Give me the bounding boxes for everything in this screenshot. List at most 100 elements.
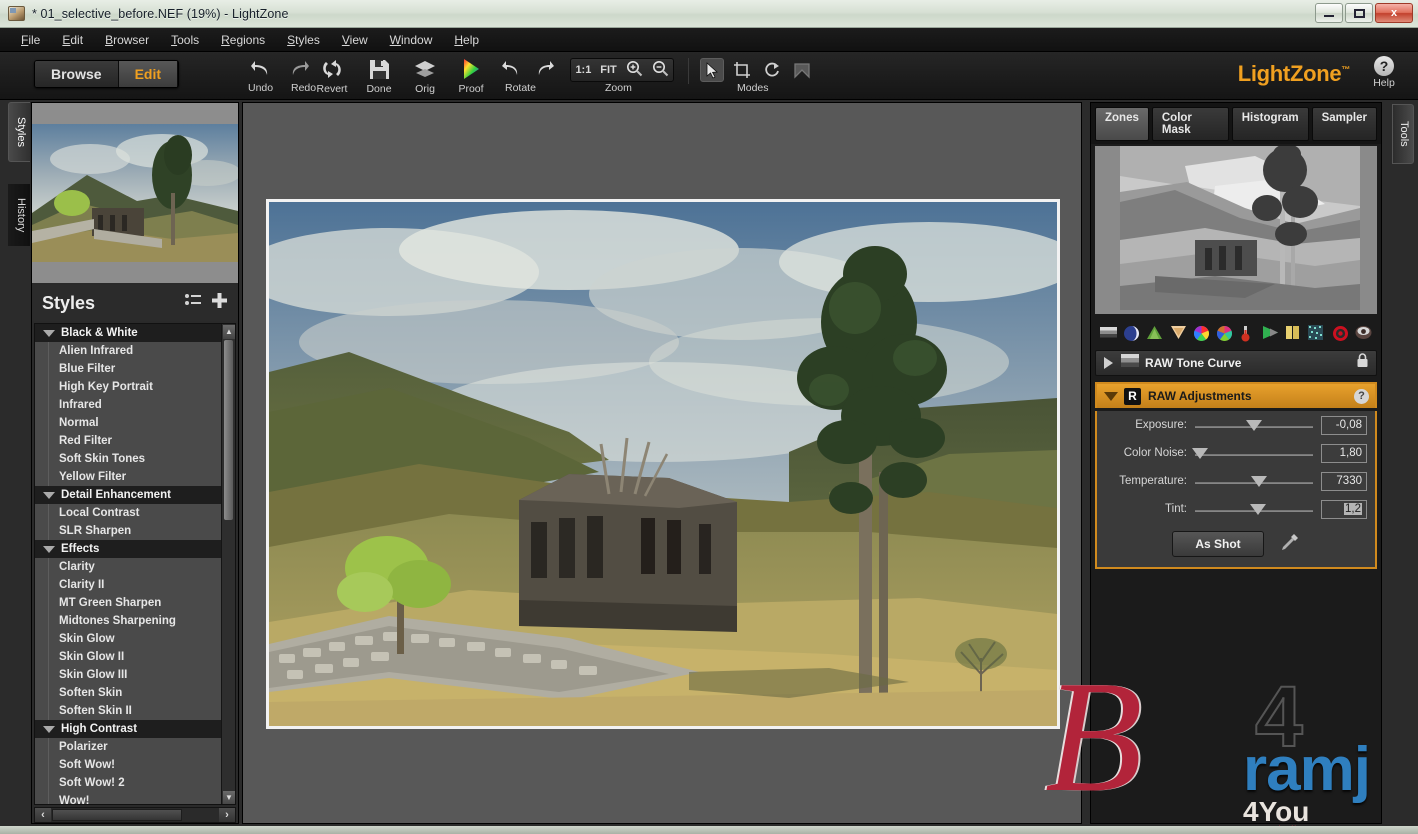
styles-list-item[interactable]: Skin Glow III	[35, 666, 235, 684]
mode-pointer-button[interactable]	[700, 58, 724, 82]
browse-tab[interactable]: Browse	[35, 61, 119, 87]
help-button[interactable]: ? Help	[1358, 56, 1410, 89]
tool-help-icon[interactable]: ?	[1354, 389, 1369, 404]
slider-track[interactable]	[1195, 417, 1313, 433]
styles-list-item[interactable]: Skin Glow	[35, 630, 235, 648]
slider-track[interactable]	[1195, 501, 1313, 517]
zones-preview[interactable]	[1095, 146, 1377, 314]
styles-list-item[interactable]: MT Green Sharpen	[35, 594, 235, 612]
styles-list-item[interactable]: Clarity II	[35, 576, 235, 594]
styles-list-item[interactable]: Normal	[35, 414, 235, 432]
styles-list-item[interactable]: Skin Glow II	[35, 648, 235, 666]
maximize-button[interactable]	[1345, 3, 1373, 23]
clone-icon[interactable]	[1285, 325, 1302, 342]
styles-list-item[interactable]: Wow!	[35, 792, 235, 805]
menu-edit[interactable]: Edit	[51, 30, 94, 50]
mode-rotate-button[interactable]	[760, 58, 784, 82]
white-balance-icon[interactable]	[1239, 325, 1256, 342]
spot-icon[interactable]	[1355, 325, 1372, 342]
scroll-thumb[interactable]	[224, 340, 233, 520]
plus-icon[interactable]	[211, 292, 228, 314]
styles-list-item[interactable]: Soft Skin Tones	[35, 450, 235, 468]
rotate-left-button[interactable]	[498, 56, 526, 82]
zoom-in-button[interactable]	[626, 60, 643, 80]
slider-knob[interactable]	[1192, 448, 1208, 459]
mode-region-button[interactable]	[790, 58, 814, 82]
main-photo[interactable]	[266, 199, 1060, 729]
image-editor-canvas[interactable]	[242, 102, 1082, 824]
menu-styles[interactable]: Styles	[276, 30, 331, 50]
sidebar-tab-tools[interactable]: Tools	[1392, 104, 1414, 164]
slider-value-field[interactable]: -0,08	[1321, 416, 1367, 435]
slider-value-field[interactable]: 1,2	[1321, 500, 1367, 519]
zonemapper-icon[interactable]	[1100, 325, 1117, 342]
undo-button[interactable]	[246, 56, 276, 82]
eyedropper-icon[interactable]	[1280, 532, 1300, 557]
gradient-blur-icon[interactable]	[1262, 325, 1279, 342]
hue-saturation-icon[interactable]	[1193, 325, 1210, 342]
styles-list-item[interactable]: Blue Filter	[35, 360, 235, 378]
tab-sampler[interactable]: Sampler	[1312, 107, 1377, 141]
close-button[interactable]: x	[1375, 3, 1413, 23]
styles-group-effects[interactable]: Effects	[35, 540, 235, 558]
menu-file[interactable]: File	[10, 30, 51, 50]
zoom-1to1-button[interactable]: 1:1	[575, 64, 591, 76]
menu-browser[interactable]: Browser	[94, 30, 160, 50]
hscroll-thumb[interactable]	[52, 809, 182, 821]
menu-view[interactable]: View	[331, 30, 379, 50]
chevron-down-icon[interactable]	[43, 546, 55, 553]
tool-raw-adjustments-header[interactable]: R RAW Adjustments ?	[1095, 382, 1377, 408]
slider-track[interactable]	[1195, 445, 1313, 461]
menu-help[interactable]: Help	[443, 30, 490, 50]
chevron-down-icon[interactable]	[43, 492, 55, 499]
styles-list-item[interactable]: SLR Sharpen	[35, 522, 235, 540]
styles-list-item[interactable]: Red Filter	[35, 432, 235, 450]
proof-button[interactable]: Proof	[444, 56, 498, 95]
rotate-right-button[interactable]	[530, 56, 558, 82]
red-eye-icon[interactable]	[1332, 325, 1349, 342]
styles-list-item[interactable]: Infrared	[35, 396, 235, 414]
zoom-fit-button[interactable]: FIT	[600, 64, 617, 76]
slider-knob[interactable]	[1246, 420, 1262, 431]
styles-list-item[interactable]: Alien Infrared	[35, 342, 235, 360]
lock-icon[interactable]	[1356, 353, 1369, 373]
menu-regions[interactable]: Regions	[210, 30, 276, 50]
styles-list-item[interactable]: High Key Portrait	[35, 378, 235, 396]
sharpen-icon[interactable]	[1146, 325, 1163, 342]
color-balance-icon[interactable]	[1216, 325, 1233, 342]
edit-tab[interactable]: Edit	[119, 61, 178, 87]
noise-reduction-icon[interactable]	[1308, 325, 1325, 342]
minimize-button[interactable]	[1315, 3, 1343, 23]
hscroll-right-arrow[interactable]: ›	[219, 808, 235, 822]
collapse-chevron-down-icon[interactable]	[1104, 392, 1118, 401]
as-shot-button[interactable]: As Shot	[1172, 531, 1263, 557]
scroll-down-arrow[interactable]: ▼	[223, 791, 235, 805]
styles-horizontal-scrollbar[interactable]: ‹ ›	[34, 807, 236, 823]
styles-list-item[interactable]: Clarity	[35, 558, 235, 576]
styles-list-item[interactable]: Local Contrast	[35, 504, 235, 522]
styles-list-item[interactable]: Soft Wow! 2	[35, 774, 235, 792]
styles-list-item[interactable]: Soft Wow!	[35, 756, 235, 774]
styles-vertical-scrollbar[interactable]: ▲ ▼	[221, 324, 235, 805]
chevron-down-icon[interactable]	[43, 726, 55, 733]
chevron-down-icon[interactable]	[43, 330, 55, 337]
list-view-icon[interactable]	[184, 292, 201, 314]
menu-window[interactable]: Window	[379, 30, 444, 50]
tab-zones[interactable]: Zones	[1095, 107, 1149, 141]
blur-icon[interactable]	[1170, 325, 1187, 342]
slider-knob[interactable]	[1250, 504, 1266, 515]
slider-track[interactable]	[1195, 473, 1313, 489]
styles-list-item[interactable]: Soften Skin II	[35, 702, 235, 720]
image-thumbnail-preview[interactable]	[32, 103, 238, 283]
slider-knob[interactable]	[1251, 476, 1267, 487]
tool-raw-tone-curve[interactable]: RAW Tone Curve	[1095, 350, 1377, 376]
styles-group-black-white[interactable]: Black & White	[35, 324, 235, 342]
slider-value-field[interactable]: 7330	[1321, 472, 1367, 491]
styles-list[interactable]: Black & WhiteAlien InfraredBlue FilterHi…	[34, 323, 236, 805]
scroll-up-arrow[interactable]: ▲	[223, 325, 235, 339]
expand-chevron-right-icon[interactable]	[1104, 357, 1113, 369]
mode-crop-button[interactable]	[730, 58, 754, 82]
slider-value-field[interactable]: 1,80	[1321, 444, 1367, 463]
revert-button[interactable]: Revert	[305, 56, 359, 95]
styles-group-detail-enhancement[interactable]: Detail Enhancement	[35, 486, 235, 504]
